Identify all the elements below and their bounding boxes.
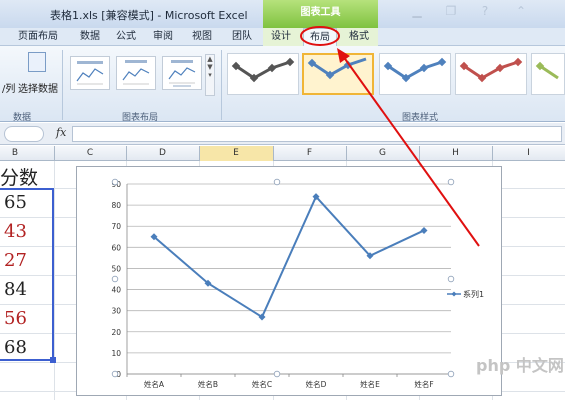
annotation-arrow-line <box>342 55 480 247</box>
annotation-arrow-head <box>337 48 350 63</box>
annotation-overlay <box>300 26 480 247</box>
highlight-circle <box>300 26 340 46</box>
watermark: php 中文网 <box>476 356 564 375</box>
